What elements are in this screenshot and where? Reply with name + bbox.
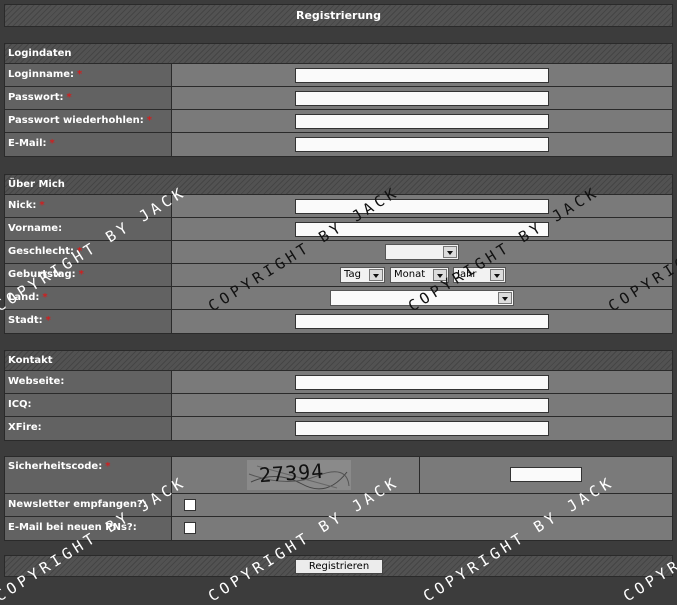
birthday-year-value: Jahr [457,269,477,280]
newsletter-label: Newsletter empfangen?: [8,499,147,510]
birthday-month-select[interactable]: Monat [390,267,449,283]
required-mark: * [39,200,45,211]
row-icq: ICQ: [5,394,672,417]
required-mark: * [66,92,72,103]
section-about: Über Mich Nick: * Vorname: Geschlecht: * G… [4,174,673,334]
passwort-repeat-label: Passwort wiederhohlen: [8,115,144,126]
land-label: Land: [8,292,40,303]
row-land: Land: * [5,287,672,310]
row-webseite: Webseite: [5,371,672,394]
loginname-input[interactable] [295,68,549,83]
row-newsletter: Newsletter empfangen?: [5,494,672,517]
birthday-day-value: Tag [344,269,361,280]
section-contact: Kontakt Webseite: ICQ: XFire: [4,350,673,441]
section-contact-heading: Kontakt [5,351,672,371]
required-mark: * [77,246,83,257]
row-geburtstag: Geburtstag: * Tag Monat Jahr [5,264,672,287]
row-stadt: Stadt: * [5,310,672,333]
chevron-down-icon [443,246,457,258]
row-pn-mail: E-Mail bei neuen PNs?: [5,517,672,540]
birthday-year-select[interactable]: Jahr [453,267,506,283]
required-mark: * [42,292,48,303]
page-title-bar: Registrierung [4,4,673,27]
stadt-input[interactable] [295,314,549,329]
icq-label: ICQ: [8,399,32,410]
birthday-month-value: Monat [394,269,426,280]
row-passwort-repeat: Passwort wiederhohlen: * [5,110,672,133]
section-login-heading: Logindaten [5,44,672,64]
row-vorname: Vorname: [5,218,672,241]
geburtstag-label: Geburtstag: [8,269,76,280]
captcha-input[interactable] [510,467,582,482]
required-mark: * [146,115,153,126]
required-mark: * [77,69,83,80]
register-button[interactable]: Registrieren [295,559,383,574]
land-select[interactable] [330,290,514,306]
required-mark: * [49,138,55,149]
chevron-down-icon [369,269,383,281]
captcha-code: 27394 [258,460,325,488]
row-nick: Nick: * [5,195,672,218]
birthday-day-select[interactable]: Tag [340,267,385,283]
email-input[interactable] [295,137,549,152]
passwort-label: Passwort: [8,92,64,103]
geschlecht-label: Geschlecht: [8,246,75,257]
nick-label: Nick: [8,200,37,211]
row-passwort: Passwort: * [5,87,672,110]
webseite-input[interactable] [295,375,549,390]
required-mark: * [45,315,51,326]
webseite-label: Webseite: [8,376,65,387]
passwort-repeat-input[interactable] [295,114,549,129]
row-xfire: XFire: [5,417,672,440]
chevron-down-icon [498,292,512,304]
xfire-input[interactable] [295,421,549,436]
chevron-down-icon [490,269,504,281]
page-title: Registrierung [296,9,381,22]
row-geschlecht: Geschlecht: * [5,241,672,264]
section-security: Sicherheitscode: * 27394 Newsletter empfa… [4,456,673,541]
required-mark: * [78,269,84,280]
geschlecht-select[interactable] [385,244,459,260]
captcha-image: 27394 [247,460,351,490]
nick-input[interactable] [295,199,549,214]
captcha-divider [419,457,420,493]
vorname-input[interactable] [295,222,549,237]
xfire-label: XFire: [8,422,42,433]
newsletter-checkbox[interactable] [184,499,196,511]
submit-bar: Registrieren [4,555,673,577]
loginname-label: Loginname: [8,69,75,80]
captcha-label: Sicherheitscode: [8,461,103,472]
pn-mail-checkbox[interactable] [184,522,196,534]
row-captcha: Sicherheitscode: * 27394 [5,457,672,494]
chevron-down-icon [433,269,447,281]
vorname-label: Vorname: [8,223,63,234]
section-login: Logindaten Loginname: * Passwort: * Passwo… [4,43,673,157]
stadt-label: Stadt: [8,315,43,326]
row-loginname: Loginname: * [5,64,672,87]
icq-input[interactable] [295,398,549,413]
passwort-input[interactable] [295,91,549,106]
required-mark: * [105,461,111,472]
section-about-heading: Über Mich [5,175,672,195]
email-label: E-Mail: [8,138,47,149]
row-email: E-Mail: * [5,133,672,156]
pn-mail-label: E-Mail bei neuen PNs?: [8,522,137,533]
